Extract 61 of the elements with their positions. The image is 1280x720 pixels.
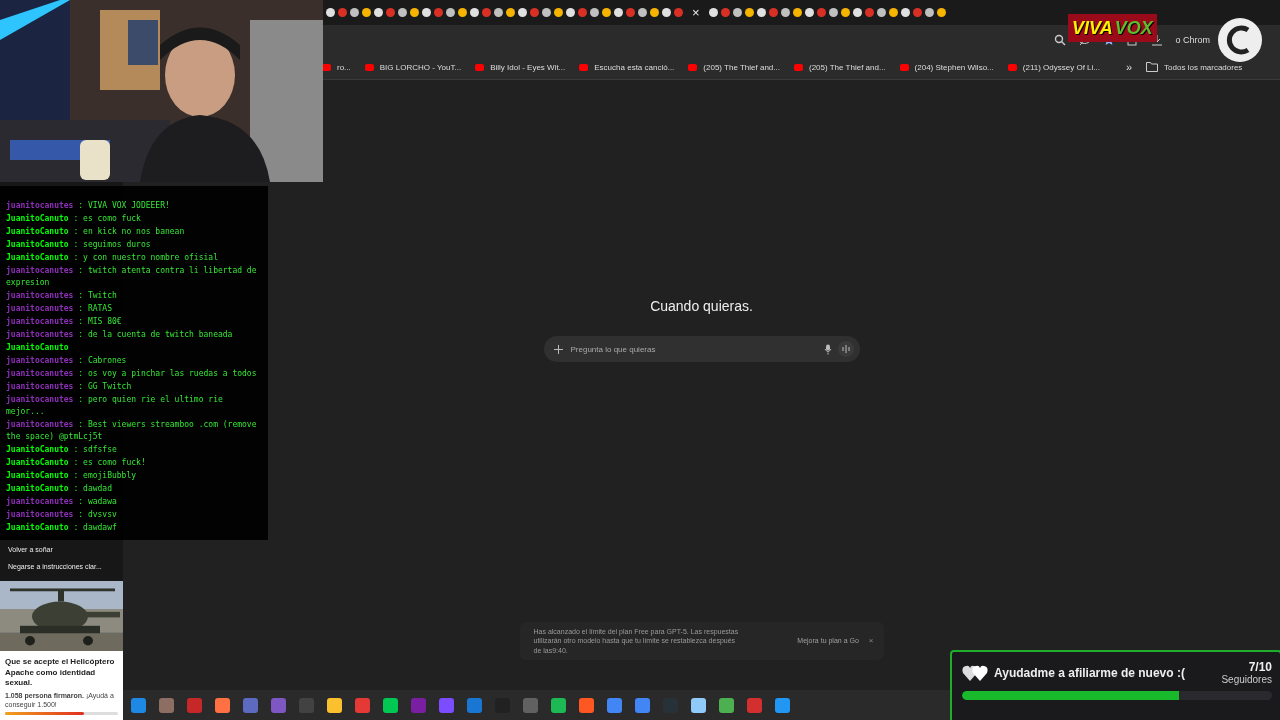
goal-title: Ayudadme a afiliarme de nuevo :( bbox=[994, 665, 1185, 680]
chat-message: juanitocanutes : MIS 80€ bbox=[6, 316, 123, 328]
profile-label[interactable]: o Chrom bbox=[1175, 35, 1210, 45]
prompt-heading: Cuando quieras. bbox=[650, 298, 753, 314]
more-bookmarks-button[interactable]: » bbox=[1126, 61, 1133, 73]
app-icon[interactable] bbox=[691, 697, 706, 713]
chat-message: JuanitoCanuto bbox=[6, 342, 70, 354]
tab-close-button[interactable]: × bbox=[686, 5, 706, 20]
petition-title: Que se acepte el Helicóptero Apache como identidad sexual. bbox=[4, 655, 116, 690]
prompt-input[interactable]: Pregunta lo que quieras bbox=[568, 343, 818, 355]
app-icon[interactable] bbox=[131, 697, 146, 713]
chat-message: JuanitoCanuto : sdfsfse bbox=[6, 444, 118, 456]
bookmark[interactable]: (205) The Thief and... bbox=[688, 62, 780, 72]
chat-message: JuanitoCanuto : y con nuestro nombre ofisial bbox=[6, 252, 219, 264]
chat-message: JuanitoCanuto : en kick no nos banean bbox=[6, 226, 186, 238]
chat-message: juanitocanutes : de la cuenta de twitch baneada bbox=[6, 329, 234, 341]
bookmark[interactable]: Billy Idol - Eyes Wit... bbox=[475, 62, 566, 72]
chat-message: juanitocanutes : RATAS bbox=[6, 303, 113, 315]
prompt-field[interactable]: Pregunta lo que quieras bbox=[543, 336, 860, 362]
chat-message: juanitocanutes : Best viewers streamboo .com (remove the space) @ptmLcj5t bbox=[6, 419, 258, 443]
download-icon[interactable] bbox=[1151, 34, 1164, 46]
chat-message: juanitocanutes : os voy a pinchar las ruedas a todos bbox=[6, 368, 258, 380]
chat-message: juanitocanutes : Cabrones bbox=[6, 355, 128, 367]
chat-message: juanitocanutes : twitch atenta contra li libertad de expresion bbox=[6, 265, 258, 289]
app-icon[interactable] bbox=[215, 697, 230, 713]
chat-message: JuanitoCanuto : seguimos duros bbox=[6, 239, 152, 251]
app-icon[interactable] bbox=[579, 697, 594, 713]
voice-icon[interactable] bbox=[837, 341, 854, 357]
chat-message: juanitocanutes : dvsvsv bbox=[6, 509, 118, 521]
chat-message: juanitocanutes : VIVA VOX JODEEER! bbox=[6, 200, 171, 212]
chat-message: JuanitoCanuto : dawdad bbox=[6, 483, 113, 495]
chat-message: juanitocanutes : Twitch bbox=[6, 290, 118, 302]
bookmark[interactable]: BIG LORCHO - YouT... bbox=[364, 62, 462, 72]
goal-unit: Seguidores bbox=[1221, 674, 1272, 685]
chat-message: juanitocanutes : pero quien rie el ultimo rie mejor... bbox=[6, 394, 224, 418]
chat-message: JuanitoCanuto : dawdawf bbox=[6, 522, 118, 534]
app-icon[interactable] bbox=[551, 697, 566, 713]
app-icon[interactable] bbox=[327, 697, 342, 713]
chat-message: JuanitoCanuto : emojiBubbly bbox=[6, 470, 138, 482]
bookmark[interactable]: (211) Odyssey Of Li... bbox=[1007, 62, 1100, 72]
app-icon[interactable] bbox=[383, 697, 398, 713]
logo-word: VOX bbox=[1114, 17, 1153, 39]
bookmark[interactable]: (204) Stephen Wilso... bbox=[899, 62, 994, 72]
microphone-icon[interactable] bbox=[823, 343, 832, 355]
all-bookmarks-button[interactable]: Todos los marcadores bbox=[1146, 62, 1243, 72]
bookmark[interactable]: Escucha esta canció... bbox=[579, 62, 675, 72]
chat-message: juanitocanutes : GG Twitch bbox=[6, 381, 133, 393]
app-icon[interactable] bbox=[607, 697, 622, 713]
logo-word: VIVA bbox=[1072, 17, 1113, 39]
search-icon[interactable] bbox=[1054, 34, 1067, 46]
app-icon[interactable] bbox=[719, 697, 734, 713]
close-button[interactable]: × bbox=[868, 636, 874, 646]
chat-message: JuanitoCanuto : es como fuck! bbox=[6, 457, 147, 469]
chat-message: juanitocanutes : wadawa bbox=[6, 496, 118, 508]
bookmark[interactable]: (205) The Thief and... bbox=[793, 62, 886, 72]
chat-message: JuanitoCanuto : es como fuck bbox=[6, 213, 142, 225]
app-icon[interactable] bbox=[635, 697, 650, 713]
folder-icon bbox=[1146, 62, 1159, 72]
plus-icon[interactable] bbox=[553, 344, 563, 354]
goal-count: 7/10 bbox=[1248, 660, 1272, 674]
app-icon[interactable] bbox=[775, 697, 790, 713]
